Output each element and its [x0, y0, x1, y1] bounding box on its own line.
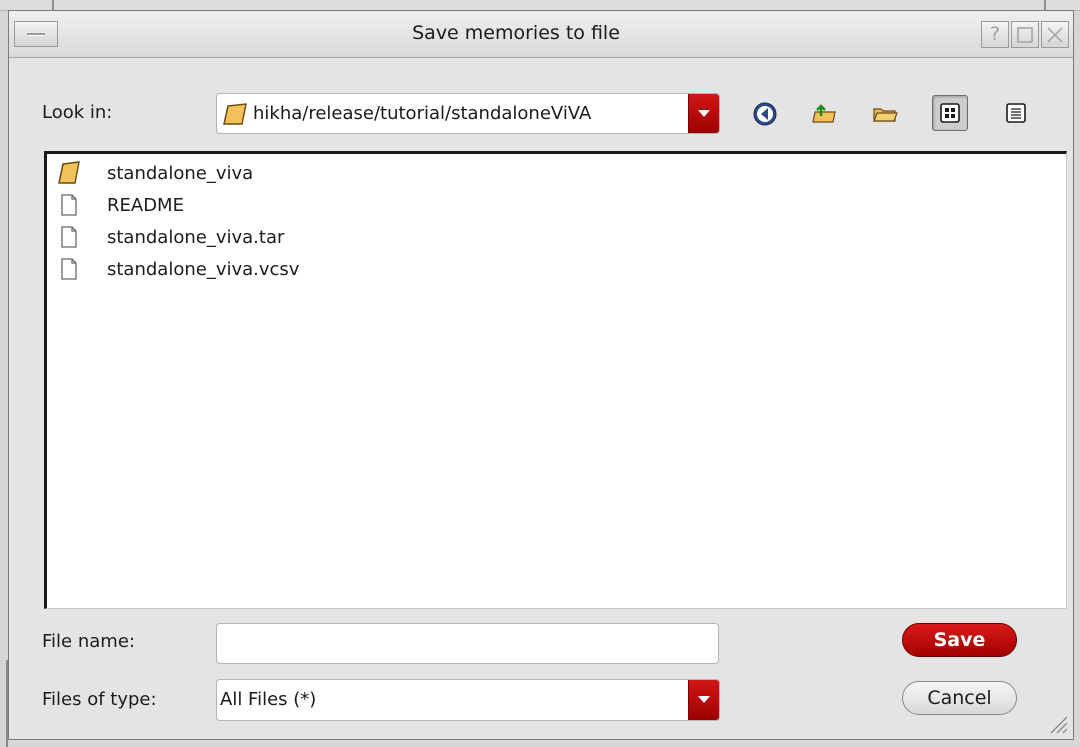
file-name: README [107, 194, 184, 216]
file-name: standalone_viva.vcsv [107, 258, 300, 280]
save-button[interactable]: Save [902, 623, 1017, 657]
look-in-path: hikha/release/tutorial/standaloneViVA [253, 103, 592, 124]
maximize-button[interactable] [1011, 21, 1039, 48]
file-type-value: All Files (*) [220, 689, 317, 710]
folder-icon [222, 102, 248, 131]
file-name: standalone_viva.tar [107, 226, 285, 248]
file-type-combo[interactable]: All Files (*) [216, 679, 720, 721]
look-in-label: Look in: [42, 102, 113, 123]
document-icon [57, 192, 81, 218]
file-list[interactable]: standalone_viva README standalone_viva.t… [44, 151, 1067, 609]
document-icon [57, 256, 81, 282]
detail-view-button[interactable] [998, 95, 1034, 131]
up-folder-icon [812, 104, 836, 123]
look-in-combo[interactable]: hikha/release/tutorial/standaloneViVA [216, 93, 720, 134]
document-icon [57, 224, 81, 250]
cancel-button[interactable]: Cancel [902, 681, 1017, 715]
maximize-icon [1017, 27, 1033, 43]
folder-icon [57, 160, 81, 186]
window-menu-button[interactable] [14, 21, 58, 47]
list-view-icon [940, 103, 960, 123]
outer-frame-stub [52, 0, 54, 10]
chevron-down-icon[interactable] [688, 680, 719, 720]
outer-frame-stub [1044, 0, 1046, 10]
list-item-folder[interactable]: standalone_viva [57, 157, 253, 189]
chevron-down-icon[interactable] [688, 94, 719, 133]
resize-grip-icon[interactable] [1047, 713, 1069, 735]
back-icon [753, 102, 777, 126]
list-item-file[interactable]: README [57, 189, 184, 221]
detail-view-icon [1006, 103, 1026, 123]
file-name-input[interactable] [216, 623, 719, 664]
close-icon [1047, 27, 1063, 43]
list-view-button[interactable] [932, 95, 968, 131]
save-dialog: Save memories to file ? Look in: hikha/r… [8, 10, 1074, 740]
file-name: standalone_viva [107, 162, 254, 184]
back-button[interactable] [749, 98, 781, 130]
new-folder-icon [873, 108, 898, 122]
help-button[interactable]: ? [981, 21, 1009, 48]
close-button[interactable] [1041, 21, 1069, 48]
new-folder-button[interactable] [869, 98, 901, 130]
window-title: Save memories to file [412, 22, 620, 44]
file-name-label: File name: [42, 631, 135, 652]
title-bar[interactable]: Save memories to file ? [9, 11, 1073, 58]
file-type-label: Files of type: [42, 689, 157, 710]
up-folder-button[interactable] [809, 98, 841, 130]
list-item-file[interactable]: standalone_viva.vcsv [57, 253, 299, 285]
list-item-file[interactable]: standalone_viva.tar [57, 221, 284, 253]
